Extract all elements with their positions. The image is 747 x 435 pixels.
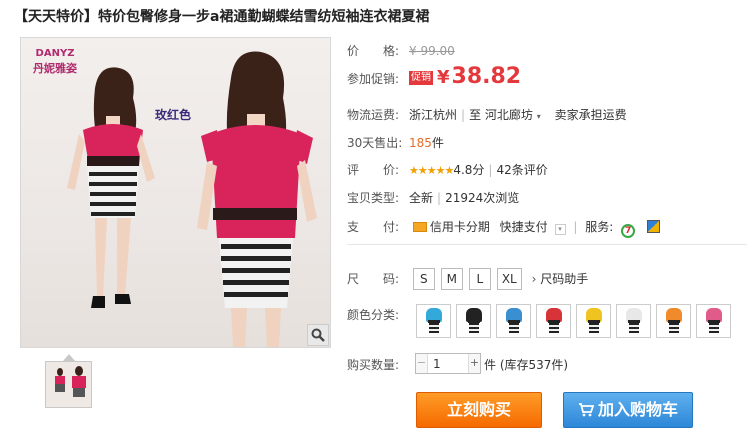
review-count-link[interactable]: 42条评价 [496,163,547,177]
stock-count: (库存537件) [499,358,569,372]
size-guide-link[interactable]: › 尺码助手 [532,272,589,286]
color-swatch[interactable] [696,304,731,338]
credit-installment-link[interactable]: 信用卡分期 [430,220,490,234]
cart-icon [578,395,595,429]
size-option-s[interactable]: S [412,268,435,290]
quantity-decrease-button[interactable]: − [416,354,428,373]
color-swatch[interactable] [616,304,651,338]
color-swatch[interactable] [576,304,611,338]
color-label: 颜色分类: [347,308,400,322]
dress-thumbnail [704,308,724,334]
dress-thumbnail [424,308,444,334]
size-option-xl[interactable]: XL [496,268,522,290]
brand-logo: DANYZ 丹妮雅姿 [29,48,81,80]
buy-now-button[interactable]: 立刻购买 [416,392,542,428]
product-photo [67,51,317,347]
dress-thumbnail [624,308,644,334]
price-row: 价 格: ¥ 99.00 [347,42,455,59]
color-caption: 玫红色 [155,108,192,122]
dress-thumbnail [464,308,484,334]
shipping-label: 物流运费: [347,108,400,122]
size-row: 尺 码: S M L XL › 尺码助手 [347,268,588,290]
quantity-increase-button[interactable]: + [468,354,480,373]
dress-thumbnail [584,308,604,334]
promo-price: 38.82 [451,64,522,89]
expand-arrow-icon[interactable]: ▾ [554,224,566,235]
payment-row: 支 付: 信用卡分期 快捷支付 ▾ | 服务: 7 [347,218,660,238]
rating-score: 4.8分 [453,163,485,177]
sales-count: 185 [409,136,432,150]
sales-unit: 件 [431,136,444,150]
original-price: ¥ 99.00 [409,44,455,58]
dress-thumbnail [664,308,684,334]
currency-symbol: ¥ [437,67,450,88]
quantity-info: 件 (库存537件) [484,356,568,373]
separator: | [573,220,578,234]
brand-logo-text: DANYZ [35,48,75,59]
add-to-cart-label: 加入购物车 [597,400,678,419]
chevron-right-icon: › [531,272,537,286]
star-rating-icon: ★★★★★ [409,164,454,177]
shipping-row: 物流运费: 浙江杭州 | 至 河北廊坊 ▾ 卖家承担运费 [347,106,627,123]
quantity-label: 购买数量: [347,358,400,372]
dress-thumbnail [544,308,564,334]
rating-row: 评 价: ★★★★★4.8分 | 42条评价 [347,161,548,178]
seven-day-return-icon[interactable]: 7 [621,224,636,238]
ship-from: 浙江杭州 [409,108,458,122]
separator: | [488,163,493,177]
separator: | [437,191,442,205]
size-label: 尺 码: [347,272,400,286]
sales-label: 30天售出: [347,136,403,150]
color-swatch[interactable] [496,304,531,338]
color-row: 颜色分类: [347,306,409,323]
size-option-m[interactable]: M [440,268,463,290]
chevron-down-icon: ▾ [536,112,541,121]
color-swatch[interactable] [536,304,571,338]
dress-thumbnail [504,308,524,334]
quick-pay-link[interactable]: 快捷支付 [500,220,548,234]
product-main-image[interactable]: DANYZ 丹妮雅姿 玫红色 [20,37,331,348]
ship-to-value: 河北廊坊 [484,108,533,122]
separator: | [461,108,466,122]
product-title: 【天天特价】特价包臀修身一步a裙通勤蝴蝶结雪纺短袖连衣裙夏裙 [14,9,430,25]
rating-label: 评 价: [347,163,400,177]
size-option-l[interactable]: L [468,268,491,290]
zoom-icon[interactable] [307,324,329,346]
view-count: 21924次浏览 [445,191,520,205]
size-guide-text: 尺码助手 [540,272,589,286]
item-type-label: 宝贝类型: [347,191,400,205]
quantity-input[interactable] [429,355,469,372]
ship-to-selector[interactable]: 河北廊坊 ▾ [485,108,541,122]
payment-label: 支 付: [347,220,400,234]
promo-label: 参加促销: [347,72,400,86]
color-swatch[interactable] [456,304,491,338]
quantity-stepper: − + [415,353,481,374]
add-to-cart-button[interactable]: 加入购物车 [563,392,693,428]
guarantee-icon[interactable] [646,220,660,233]
quantity-row: 购买数量: [347,356,409,373]
color-swatch[interactable] [656,304,691,338]
item-condition: 全新 [409,191,434,205]
section-divider [347,244,747,245]
color-swatch[interactable] [416,304,451,338]
price-label: 价 格: [347,44,400,58]
promo-badge: 促销 [409,71,433,85]
thumbnail-pointer [63,354,75,361]
product-thumbnail[interactable] [45,361,92,408]
ship-to-prefix: 至 [469,108,482,122]
sales-row: 30天售出: 185件 [347,134,444,151]
promo-row: 参加促销: 促销 ¥38.82 [347,64,521,89]
credit-card-icon [412,222,427,232]
brand-logo-chinese: 丹妮雅姿 [33,62,77,75]
item-type-row: 宝贝类型: 全新 | 21924次浏览 [347,189,519,206]
quantity-unit: 件 [484,358,497,372]
shipping-fee: 卖家承担运费 [554,108,627,122]
service-label: 服务: [585,220,614,234]
